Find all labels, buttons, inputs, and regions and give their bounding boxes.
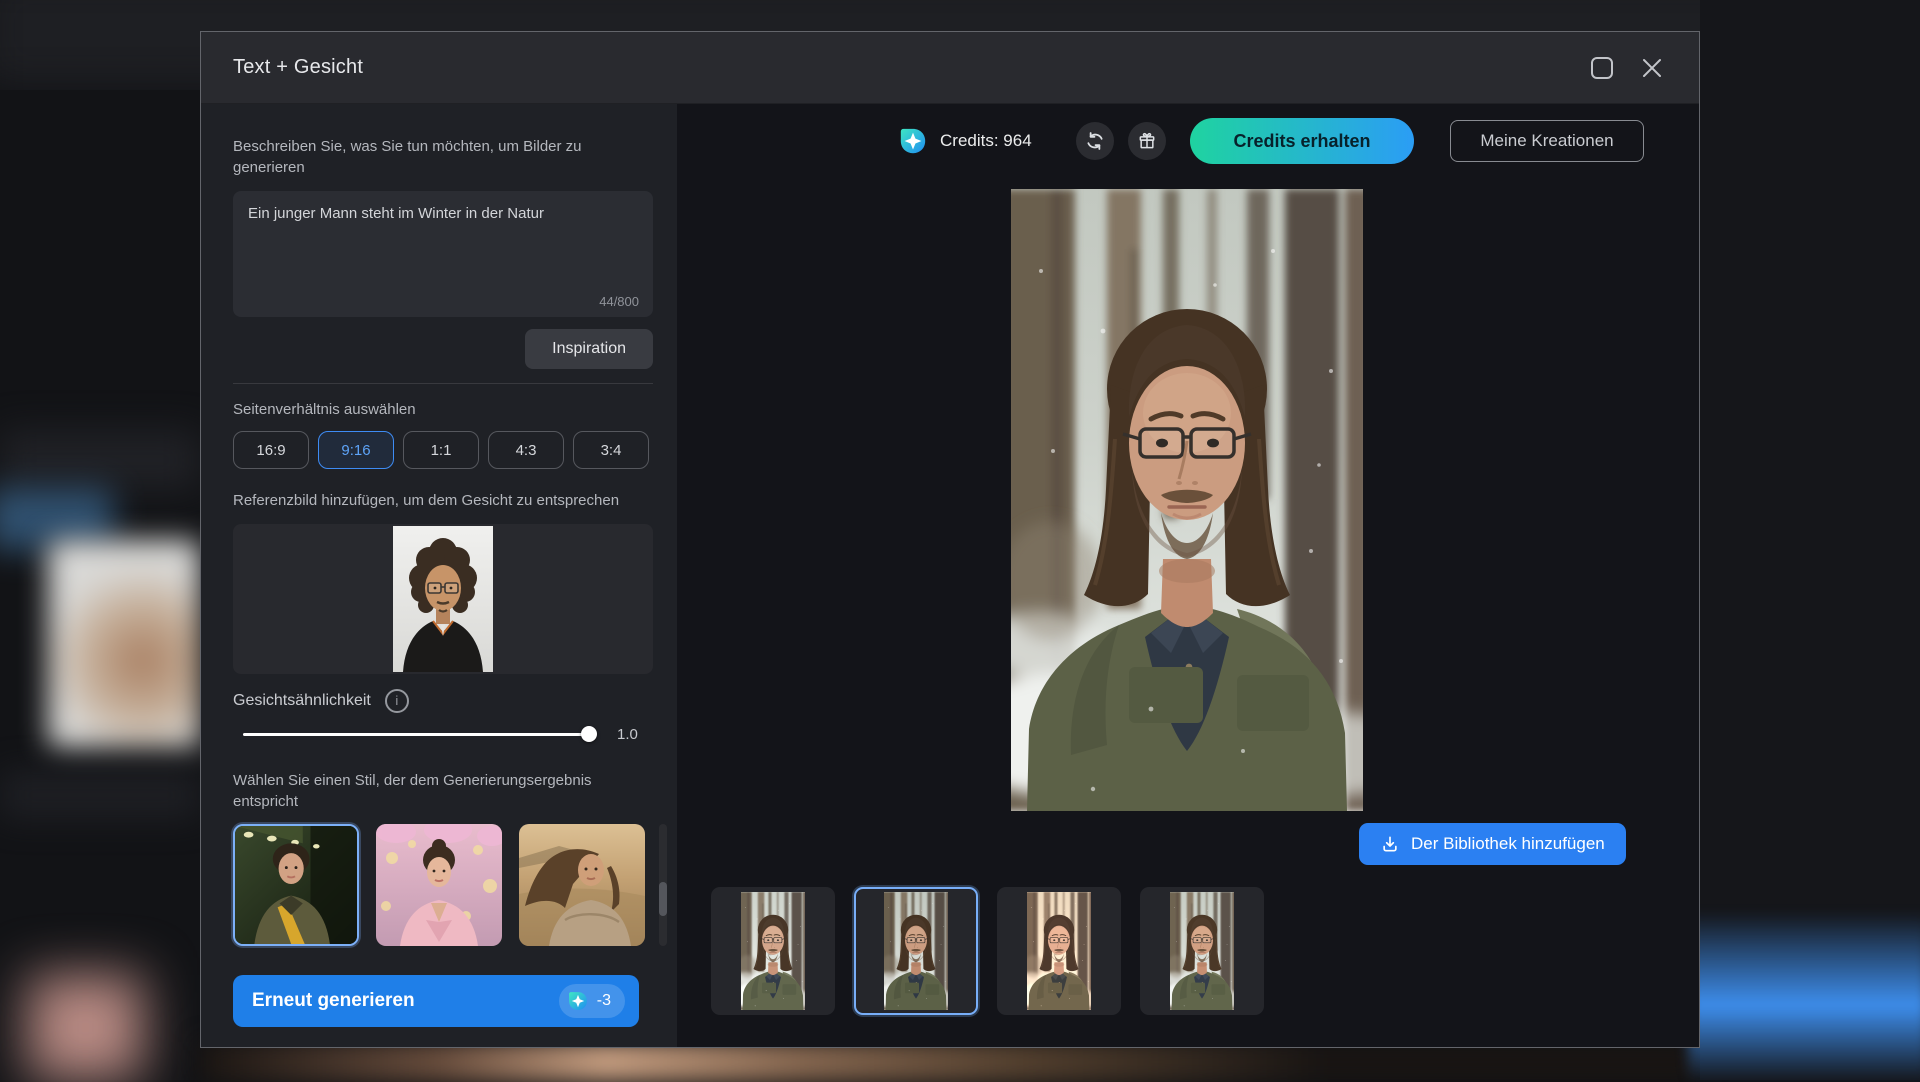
- gift-icon: [1137, 131, 1157, 151]
- credits-icon: [567, 990, 589, 1012]
- regenerate-button[interactable]: Erneut generieren -3: [233, 975, 639, 1027]
- similarity-slider-row: 1.0: [233, 726, 653, 742]
- credits-header: Credits: 964: [677, 118, 1699, 164]
- prompt-input[interactable]: Ein junger Mann steht im Winter in der N…: [233, 191, 653, 317]
- credits-cost-chip: -3: [559, 984, 625, 1018]
- download-icon: [1380, 834, 1400, 854]
- maximize-icon[interactable]: [1591, 57, 1613, 79]
- reference-portrait-image: [393, 526, 493, 672]
- slider-knob[interactable]: [581, 726, 597, 742]
- dialog-titlebar: Text + Gesicht: [201, 32, 1699, 104]
- aspect-option-16-9[interactable]: 16:9: [233, 431, 309, 469]
- style-scrollbar[interactable]: [659, 824, 667, 946]
- dialog-body: Beschreiben Sie, was Sie tun möchten, um…: [201, 104, 1699, 1047]
- aspect-ratio-label: Seitenverhältnis auswählen: [233, 399, 653, 420]
- aspect-option-1-1[interactable]: 1:1: [403, 431, 479, 469]
- result-thumbnails: [711, 887, 1264, 1015]
- inspiration-row: Inspiration: [233, 329, 653, 369]
- add-to-library-button[interactable]: Der Bibliothek hinzufügen: [1359, 823, 1626, 865]
- regenerate-label: Erneut generieren: [252, 990, 415, 1012]
- similarity-slider[interactable]: [243, 726, 595, 742]
- backdrop-row-blur: [0, 430, 200, 490]
- result-thumbnail-2-selected[interactable]: [854, 887, 978, 1015]
- dialog-title: Text + Gesicht: [233, 56, 363, 79]
- aspect-option-9-16[interactable]: 9:16: [318, 431, 394, 469]
- reference-label: Referenzbild hinzufügen, um dem Gesicht …: [233, 490, 653, 511]
- prompt-label: Beschreiben Sie, was Sie tun möchten, um…: [233, 136, 653, 178]
- char-counter: 44/800: [599, 294, 639, 309]
- generated-image-main[interactable]: [1011, 189, 1363, 811]
- aspect-option-4-3[interactable]: 4:3: [488, 431, 564, 469]
- my-creations-button[interactable]: Meine Kreationen: [1450, 120, 1644, 162]
- window-controls: [1591, 55, 1665, 81]
- backdrop-pink-blob-blur: [28, 975, 143, 1080]
- similarity-value: 1.0: [617, 726, 638, 743]
- inspiration-button[interactable]: Inspiration: [525, 329, 653, 369]
- style-option-3[interactable]: [519, 824, 645, 946]
- gift-button[interactable]: [1128, 122, 1166, 160]
- style-image-desert: [519, 824, 645, 946]
- prompt-value: Ein junger Mann steht im Winter in der N…: [233, 191, 653, 237]
- style-label: Wählen Sie einen Stil, der dem Generieru…: [233, 770, 653, 812]
- backdrop-portrait-card-blur: [48, 540, 200, 748]
- regenerate-cost: -3: [597, 992, 611, 1010]
- result-panel: Credits: 964: [677, 104, 1699, 1047]
- section-divider: [233, 383, 653, 384]
- style-scrollbar-thumb[interactable]: [659, 882, 667, 916]
- similarity-label: Gesichtsähnlichkeit: [233, 692, 371, 710]
- info-icon[interactable]: i: [385, 689, 409, 713]
- result-thumbnail-4[interactable]: [1140, 887, 1264, 1015]
- refresh-credits-button[interactable]: [1076, 122, 1114, 160]
- credits-group: Credits: 964: [898, 126, 1032, 156]
- style-option-2[interactable]: [376, 824, 502, 946]
- add-to-library-label: Der Bibliothek hinzufügen: [1411, 834, 1605, 854]
- style-row: [233, 824, 653, 946]
- aspect-option-3-4[interactable]: 3:4: [573, 431, 649, 469]
- reference-image-panel[interactable]: [233, 524, 653, 674]
- close-icon[interactable]: [1639, 55, 1665, 81]
- get-credits-button[interactable]: Credits erhalten: [1190, 118, 1414, 164]
- backdrop-row-blur-2: [0, 770, 200, 820]
- text-face-dialog: Text + Gesicht Beschreiben Sie, was Sie …: [200, 31, 1700, 1048]
- style-image-blossom: [376, 824, 502, 946]
- refresh-icon: [1085, 131, 1105, 151]
- credits-balance: Credits: 964: [940, 131, 1032, 151]
- similarity-row: Gesichtsähnlichkeit i: [233, 687, 653, 714]
- backdrop-bottom-strip-blur: [200, 1042, 1700, 1082]
- backdrop-blue-glow: [1688, 912, 1920, 1082]
- result-thumbnail-3[interactable]: [997, 887, 1121, 1015]
- aspect-ratio-group: 16:9 9:16 1:1 4:3 3:4: [233, 431, 653, 469]
- style-image-industrial: [235, 826, 357, 944]
- credits-icon: [898, 126, 928, 156]
- style-option-1[interactable]: [233, 824, 359, 946]
- result-thumbnail-1[interactable]: [711, 887, 835, 1015]
- slider-track: [243, 733, 595, 736]
- settings-panel: Beschreiben Sie, was Sie tun möchten, um…: [201, 104, 677, 1047]
